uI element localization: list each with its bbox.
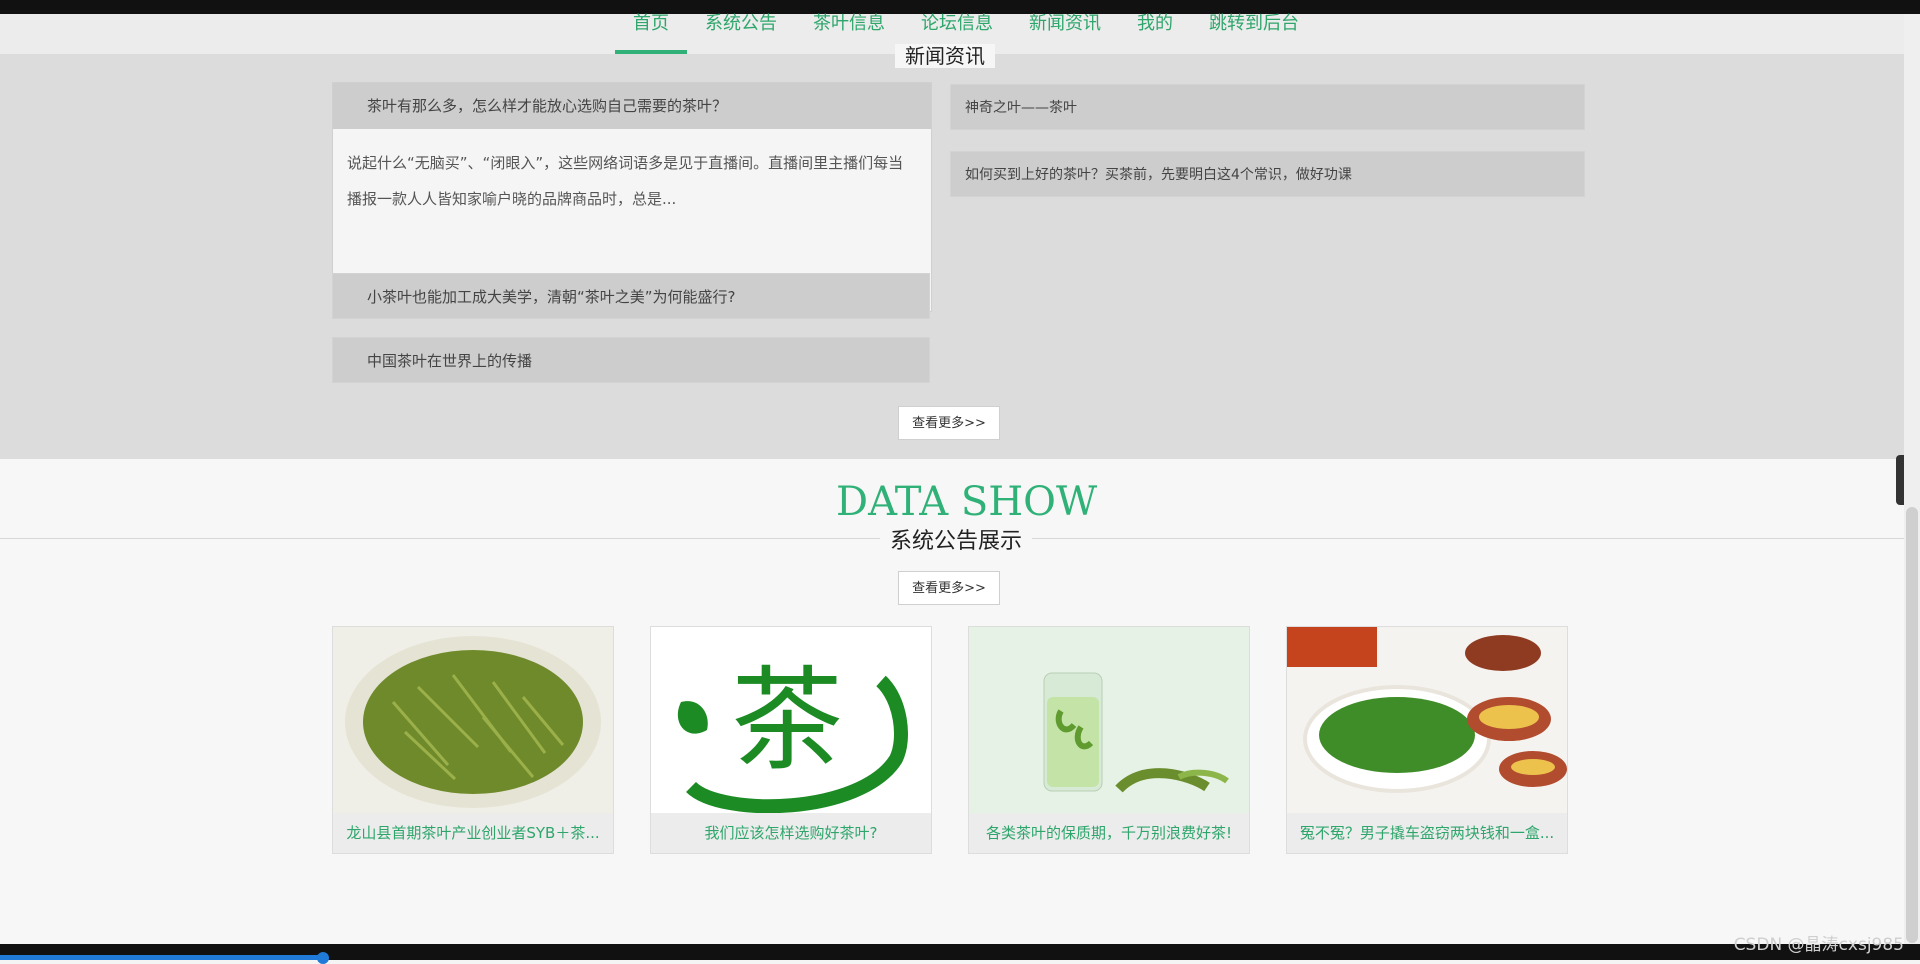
data-show-subtitle: 系统公告展示 [880, 523, 1033, 555]
news-right-item-2[interactable]: 如何买到上好的茶叶？买茶前，先要明白这4个常识，做好功课 [950, 151, 1585, 197]
video-progress-bar[interactable] [0, 955, 324, 960]
tea-cups-image [1287, 627, 1567, 815]
nav-announcements[interactable]: 系统公告 [687, 14, 795, 54]
data-show-title: DATA SHOW [836, 479, 1098, 525]
announcement-card-3[interactable]: 各类茶叶的保质期，千万别浪费好茶! [968, 626, 1250, 854]
tea-logo-image: 茶 [651, 627, 931, 815]
announcement-caption-2[interactable]: 我们应该怎样选购好茶叶? [651, 813, 931, 853]
nav-admin[interactable]: 跳转到后台 [1191, 14, 1317, 54]
tea-leaves-image [333, 627, 613, 815]
video-progress-handle[interactable] [317, 952, 329, 964]
news-more-button[interactable]: 查看更多>> [898, 406, 1000, 440]
data-show-section: DATA SHOW 系统公告展示 查看更多>> 龙山县首期茶叶产业创业者SYB＋… [0, 459, 1904, 944]
nav-mine[interactable]: 我的 [1119, 14, 1191, 54]
news-main-excerpt: 说起什么“无脑买”、“闭眼入”，这些网络词语多是见于直播间。直播间里主播们每当播… [347, 154, 904, 208]
announcement-grid: 龙山县首期茶叶产业创业者SYB＋茶... 茶 我们应该怎样选购好茶叶? 各类茶叶… [332, 626, 1568, 854]
news-item-1[interactable]: 小茶叶也能加工成大美学，清朝“茶叶之美”为何能盛行? [332, 273, 930, 319]
watermark-text: CSDN @晶涛cxsj985 [1733, 935, 1904, 955]
news-section: 新闻资讯 茶叶有那么多，怎么样才能放心选购自己需要的茶叶？ 说起什么“无脑买”、… [0, 44, 1904, 510]
news-title: 新闻资讯 [895, 44, 995, 68]
news-main-title[interactable]: 茶叶有那么多，怎么样才能放心选购自己需要的茶叶？ [333, 83, 931, 129]
svg-text:茶: 茶 [731, 656, 843, 786]
announcement-card-2[interactable]: 茶 我们应该怎样选购好茶叶? [650, 626, 932, 854]
data-more-button[interactable]: 查看更多>> [898, 571, 1000, 605]
page-scrollbar-thumb[interactable] [1906, 507, 1918, 943]
nav-home[interactable]: 首页 [615, 14, 687, 54]
announcement-caption-1[interactable]: 龙山县首期茶叶产业创业者SYB＋茶... [333, 813, 613, 853]
news-item-2[interactable]: 中国茶叶在世界上的传播 [332, 337, 930, 383]
window-bottom-bar [0, 944, 1920, 964]
announcement-caption-4[interactable]: 冤不冤？男子撬车盗窃两块钱和一盒... [1287, 813, 1567, 853]
announcement-card-4[interactable]: 冤不冤？男子撬车盗窃两块钱和一盒... [1286, 626, 1568, 854]
window-top-bar [0, 0, 1920, 14]
news-right-item-1[interactable]: 神奇之叶——茶叶 [950, 84, 1585, 130]
nav-tea-info[interactable]: 茶叶信息 [795, 14, 903, 54]
announcement-caption-3[interactable]: 各类茶叶的保质期，千万别浪费好茶! [969, 813, 1249, 853]
announcement-card-1[interactable]: 龙山县首期茶叶产业创业者SYB＋茶... [332, 626, 614, 854]
tea-glass-image [969, 627, 1249, 815]
nav-news[interactable]: 新闻资讯 [1011, 14, 1119, 54]
